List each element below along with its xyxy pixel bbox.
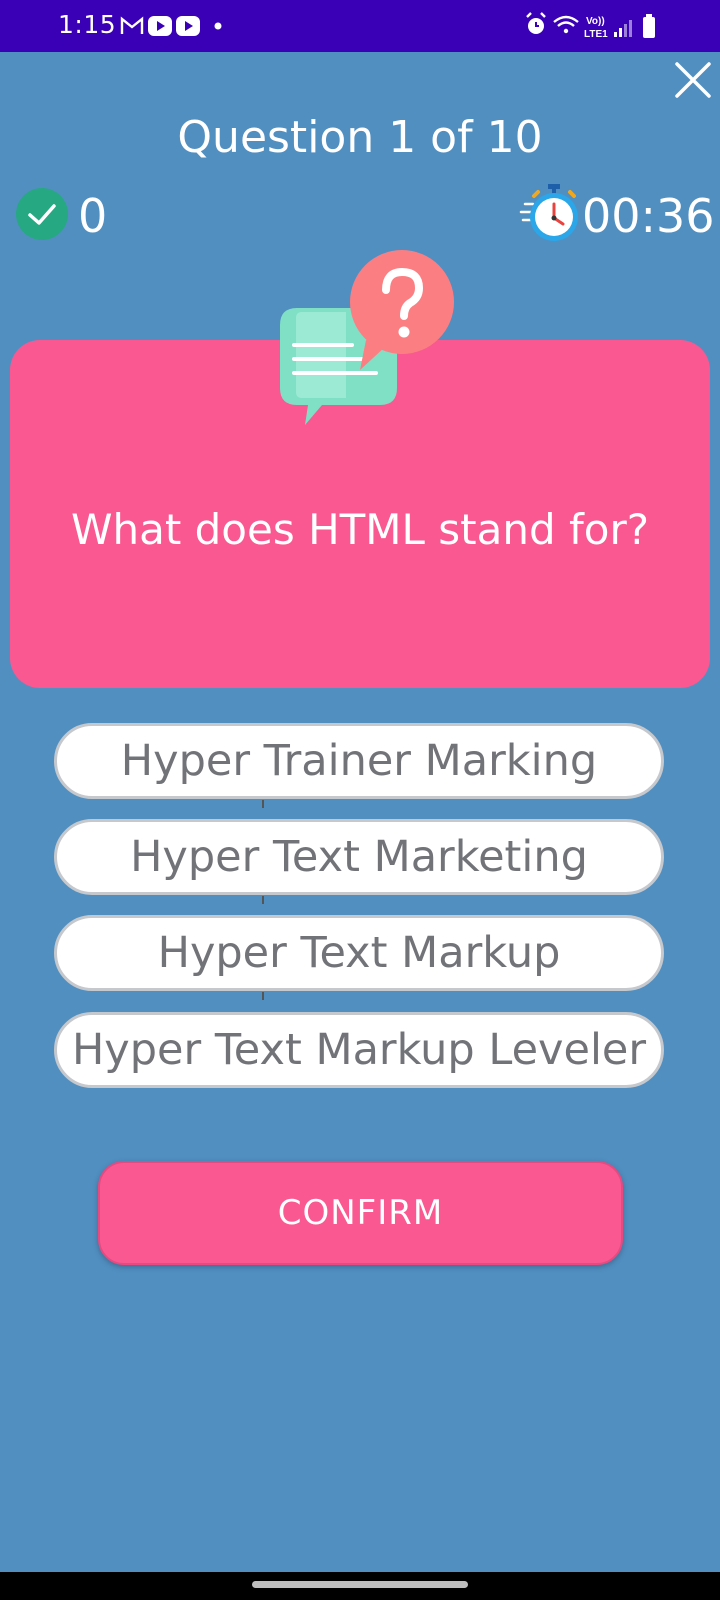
volte-icon: Vo)) LTE1 [584,16,608,40]
youtube-icon [176,16,200,36]
system-icons: Vo)) LTE1 [526,12,655,40]
divider-tick [262,992,264,1000]
stopwatch-icon [519,184,578,241]
signal-icon [614,20,632,37]
gmail-icon [120,16,144,34]
option-button[interactable]: Hyper Text Markup [54,915,664,991]
option-button[interactable]: Hyper Trainer Marking [54,723,664,799]
close-icon[interactable] [673,60,713,100]
option-button[interactable]: Hyper Text Marketing [54,819,664,895]
status-time: 1:15 [58,10,117,39]
lte-label: LTE1 [584,29,608,40]
question-text: What does HTML stand for? [70,505,650,554]
question-counter: Question 1 of 10 [177,112,543,163]
divider-tick [262,896,264,904]
volte-label: Vo)) [586,16,605,27]
wifi-icon [553,15,579,34]
alarm-icon [526,12,546,34]
option-button[interactable]: Hyper Text Markup Leveler [54,1012,664,1088]
navigation-bar [0,1572,720,1600]
score-value: 0 [78,189,108,243]
status-bar: 1:15 Vo)) LTE1 [0,0,720,52]
timer-value: 00:36 [582,189,715,243]
check-circle-icon [16,188,68,240]
battery-icon [643,14,655,38]
divider-tick [262,800,264,808]
youtube-icon [148,16,172,36]
notification-icons [120,16,222,36]
home-gesture-handle[interactable] [252,1581,468,1588]
question-chat-icon [280,250,454,425]
dot-icon [214,22,222,30]
confirm-button[interactable]: CONFIRM [98,1161,623,1265]
